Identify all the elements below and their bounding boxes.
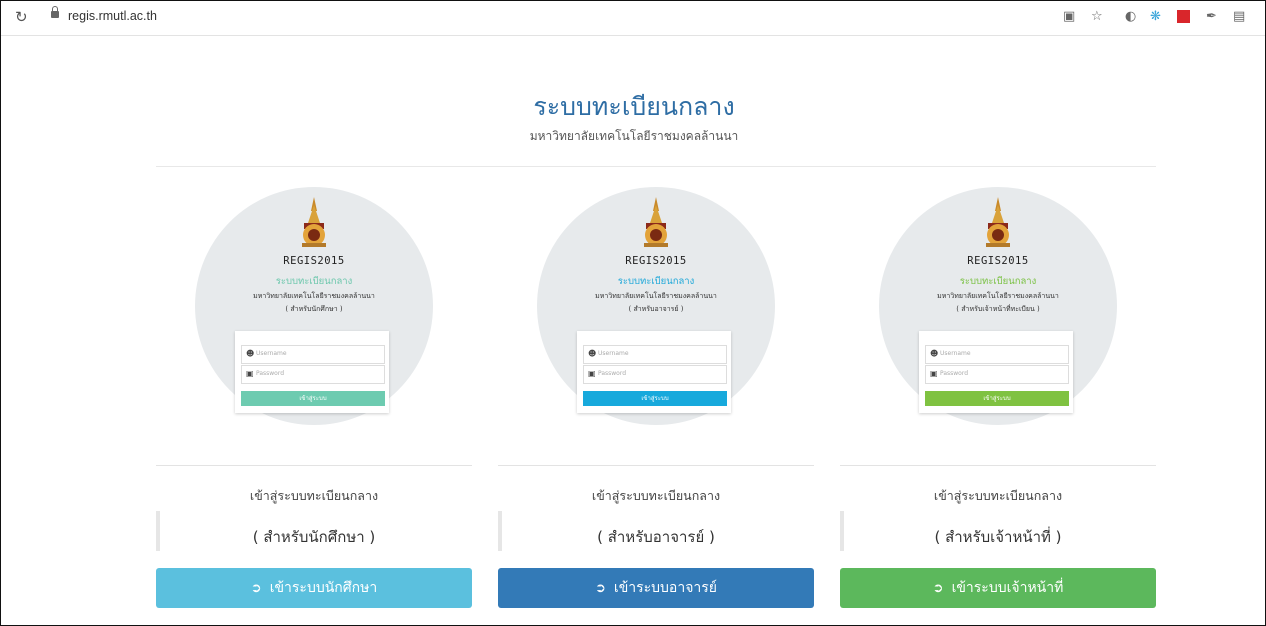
login-button[interactable]: เข้าสู่ระบบ (241, 391, 385, 406)
university-logo (986, 197, 1010, 247)
extension-circle-icon[interactable]: ◐ (1125, 9, 1136, 24)
username-placeholder: Username (256, 350, 287, 357)
password-placeholder: Password (598, 370, 627, 377)
system-label: ระบบทะเบียนกลาง (275, 276, 353, 287)
username-placeholder: Username (940, 350, 971, 357)
reload-icon[interactable]: ↻ (15, 8, 28, 26)
staff-login-button-label: เข้าระบบเจ้าหน้าที่ (951, 580, 1064, 596)
url-text[interactable]: regis.rmutl.ac.th (68, 9, 157, 23)
audience-label: ( สำหรับเจ้าหน้าที่ ) (934, 528, 1062, 546)
browser-toolbar: ↻ regis.rmutl.ac.th ▣ ☆ ◐ ❋ ✒ ▤ (1, 1, 1265, 36)
regis-label: REGIS2015 (625, 255, 687, 267)
column-divider (498, 465, 814, 466)
password-field[interactable]: ▣ Password (925, 365, 1069, 384)
enter-system-label: เข้าสู่ระบบทะเบียนกลาง (249, 488, 379, 503)
student-login-button-label: เข้าระบบนักศึกษา (269, 580, 378, 596)
university-label: มหาวิทยาลัยเทคโนโลยีราชมงคลล้านนา (937, 292, 1059, 300)
audience-small-label: ( สำหรับนักศึกษา ) (285, 305, 343, 313)
staff-login-button[interactable]: ➲ เข้าระบบเจ้าหน้าที่ (840, 568, 1156, 608)
regis-label: REGIS2015 (967, 255, 1029, 267)
page-title: ระบบทะเบียนกลาง (533, 92, 735, 121)
column-divider (840, 465, 1156, 466)
password-field[interactable]: ▣ Password (241, 365, 385, 384)
enter-system-label: เข้าสู่ระบบทะเบียนกลาง (933, 488, 1063, 503)
extension-window-icon[interactable]: ▤ (1233, 9, 1245, 24)
staff-login-column: REGIS2015 ระบบทะเบียนกลาง มหาวิทยาลัยเทค… (840, 177, 1156, 617)
password-placeholder: Password (940, 370, 969, 377)
lock-icon[interactable] (51, 6, 59, 18)
browser-window: ↻ regis.rmutl.ac.th ▣ ☆ ◐ ❋ ✒ ▤ ระบบทะเบ… (0, 0, 1266, 626)
audience-small-label: ( สำหรับเจ้าหน้าที่ทะเบียน ) (956, 305, 1040, 313)
regis-label: REGIS2015 (283, 255, 345, 267)
university-logo (644, 197, 668, 247)
audience-small-label: ( สำหรับอาจารย์ ) (628, 305, 684, 313)
extension-pen-icon[interactable]: ✒ (1206, 9, 1217, 24)
enter-system-label: เข้าสู่ระบบทะเบียนกลาง (591, 488, 721, 503)
teacher-login-column: REGIS2015 ระบบทะเบียนกลาง มหาวิทยาลัยเทค… (498, 177, 814, 617)
password-placeholder: Password (256, 370, 285, 377)
lock-icon: ▣ (246, 369, 254, 378)
teacher-login-button-label: เข้าระบบอาจารย์ (613, 580, 717, 596)
login-preview-card: ☻ Username ▣ Password เข้าสู่ระบบ (919, 331, 1073, 413)
sign-in-icon: ➲ (250, 581, 262, 596)
username-placeholder: Username (598, 350, 629, 357)
university-label: มหาวิทยาลัยเทคโนโลยีราชมงคลล้านนา (253, 292, 375, 300)
user-icon: ☻ (588, 349, 597, 358)
student-login-column: REGIS2015 ระบบทะเบียนกลาง มหาวิทยาลัยเทค… (156, 177, 472, 617)
username-field[interactable]: ☻ Username (583, 345, 727, 364)
username-field[interactable]: ☻ Username (925, 345, 1069, 364)
user-icon: ☻ (246, 349, 255, 358)
audience-label: ( สำหรับนักศึกษา ) (252, 528, 376, 546)
lock-icon: ▣ (588, 369, 596, 378)
page-subtitle: มหาวิทยาลัยเทคโนโลยีราชมงคลล้านนา (529, 129, 739, 143)
sign-in-icon: ➲ (932, 581, 944, 596)
extension-react-icon[interactable]: ❋ (1150, 9, 1161, 24)
university-label: มหาวิทยาลัยเทคโนโลยีราชมงคลล้านนา (595, 292, 717, 300)
login-preview-card: ☻ Username ▣ Password เข้าสู่ระบบ (235, 331, 389, 413)
cast-icon[interactable]: ▣ (1063, 9, 1075, 24)
lock-icon: ▣ (930, 369, 938, 378)
university-logo (302, 197, 326, 247)
password-field[interactable]: ▣ Password (583, 365, 727, 384)
extension-pdf-icon[interactable] (1177, 10, 1190, 23)
teacher-login-button[interactable]: ➲ เข้าระบบอาจารย์ (498, 568, 814, 608)
address-bar[interactable] (39, 5, 1221, 31)
user-icon: ☻ (930, 349, 939, 358)
column-divider (156, 465, 472, 466)
login-button[interactable]: เข้าสู่ระบบ (925, 391, 1069, 406)
system-label: ระบบทะเบียนกลาง (617, 276, 695, 287)
bookmark-star-icon[interactable]: ☆ (1091, 9, 1103, 24)
username-field[interactable]: ☻ Username (241, 345, 385, 364)
header-divider (156, 166, 1156, 167)
system-label: ระบบทะเบียนกลาง (959, 276, 1037, 287)
student-login-button[interactable]: ➲ เข้าระบบนักศึกษา (156, 568, 472, 608)
login-preview-card: ☻ Username ▣ Password เข้าสู่ระบบ (577, 331, 731, 413)
sign-in-icon: ➲ (595, 581, 606, 596)
login-button[interactable]: เข้าสู่ระบบ (583, 391, 727, 406)
audience-label: ( สำหรับอาจารย์ ) (597, 528, 715, 546)
